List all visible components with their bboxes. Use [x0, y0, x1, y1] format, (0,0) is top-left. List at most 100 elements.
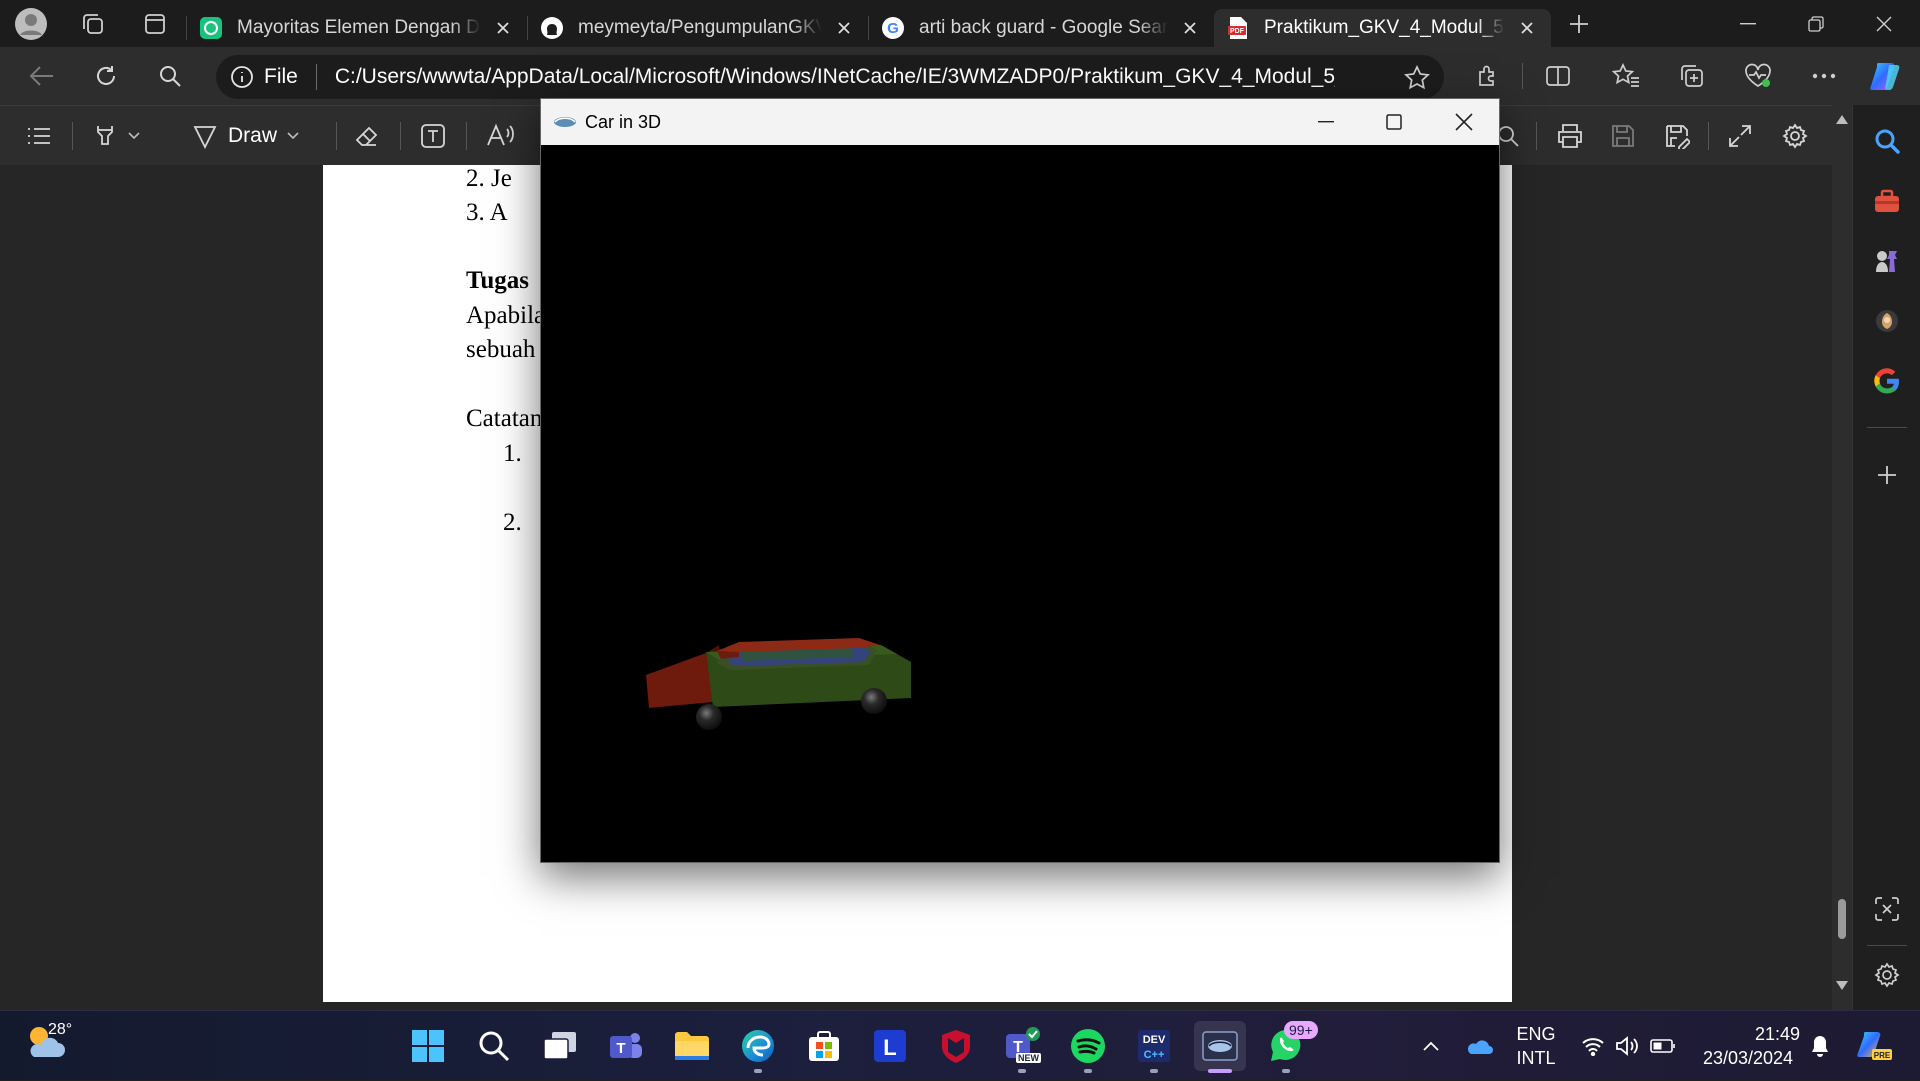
read-aloud-button[interactable]: [478, 114, 522, 158]
copilot-preview-button[interactable]: PRE: [1850, 1011, 1898, 1081]
sidebar-google-button[interactable]: [1865, 359, 1909, 403]
refresh-button[interactable]: [78, 52, 134, 100]
close-tab-icon[interactable]: [830, 14, 858, 42]
collections-icon: [1681, 65, 1703, 87]
fullscreen-button[interactable]: [1720, 114, 1760, 158]
scroll-up-icon[interactable]: [1836, 115, 1848, 124]
clock[interactable]: 21:49 23/03/2024: [1696, 1011, 1800, 1081]
opengl-canvas[interactable]: [541, 145, 1499, 862]
battery-status[interactable]: [1646, 1011, 1680, 1081]
file-explorer-button[interactable]: [666, 1021, 718, 1071]
save-button[interactable]: [1602, 114, 1644, 158]
mcafee-button[interactable]: [930, 1021, 982, 1071]
tab-github[interactable]: meymeyta/PengumpulanGKVC2: [528, 9, 868, 47]
freeglut-icon: [1202, 1031, 1238, 1061]
print-button[interactable]: [1548, 114, 1592, 158]
notifications-button[interactable]: [1804, 1011, 1836, 1081]
volume-status[interactable]: [1610, 1011, 1644, 1081]
maximize-icon: [1386, 114, 1402, 130]
collections-button[interactable]: [1670, 56, 1714, 96]
taskbar-search-button[interactable]: [468, 1021, 520, 1071]
github-icon: [540, 16, 564, 40]
restore-button[interactable]: [1782, 0, 1850, 47]
url-text[interactable]: C:/Users/wwwta/AppData/Local/Microsoft/W…: [335, 65, 1335, 89]
vertical-tabs-button[interactable]: [124, 0, 186, 47]
sidebar-tools-button[interactable]: [1865, 179, 1909, 223]
tab-google-search[interactable]: G arti back guard - Google Search: [869, 9, 1214, 47]
weather-temp: 28°: [48, 1021, 73, 1038]
back-button[interactable]: [14, 52, 70, 100]
favorite-star-icon[interactable]: [1404, 65, 1430, 91]
favorites-button[interactable]: [1604, 56, 1648, 96]
car-3d-window[interactable]: Car in 3D: [540, 98, 1500, 863]
split-screen-button[interactable]: [1536, 56, 1580, 96]
minimize-button[interactable]: [1714, 0, 1782, 47]
table-of-contents-button[interactable]: [18, 114, 60, 158]
highlight-button[interactable]: [84, 114, 148, 158]
site-info-button[interactable]: File: [230, 65, 298, 89]
tab-title: Mayoritas Elemen Dengan Divide: [237, 17, 481, 38]
read-aloud-icon: [487, 123, 514, 146]
svg-text:PRE: PRE: [1874, 1051, 1891, 1060]
app-l-button[interactable]: L: [864, 1021, 916, 1071]
show-hidden-icons-button[interactable]: [1414, 1011, 1448, 1081]
settings-more-button[interactable]: [1802, 56, 1846, 96]
sidebar-screenshot-button[interactable]: [1865, 887, 1909, 931]
sidebar-games-button[interactable]: [1865, 239, 1909, 283]
extensions-button[interactable]: [1466, 56, 1510, 96]
app-maximize-button[interactable]: [1359, 99, 1429, 145]
restore-icon: [1808, 15, 1824, 32]
onedrive-button[interactable]: [1462, 1011, 1496, 1081]
scroll-thumb[interactable]: [1838, 899, 1846, 939]
whatsapp-button[interactable]: 99+: [1260, 1021, 1318, 1073]
spotify-button[interactable]: [1062, 1021, 1114, 1073]
close-tab-icon[interactable]: [489, 14, 517, 42]
browser-essentials-button[interactable]: [1736, 56, 1780, 96]
start-button[interactable]: [402, 1021, 454, 1071]
plus-icon: [1570, 14, 1588, 33]
task-view-button[interactable]: [534, 1021, 586, 1071]
vertical-scrollbar[interactable]: [1832, 105, 1852, 1010]
edge-taskbar-button[interactable]: [732, 1021, 784, 1073]
draw-icon: [193, 126, 217, 149]
erase-button[interactable]: [346, 114, 388, 158]
save-as-button[interactable]: [1656, 114, 1698, 158]
weather-widget[interactable]: 28°: [22, 1021, 112, 1071]
car-3d-taskbar-button[interactable]: [1194, 1021, 1246, 1073]
tab-chatgpt[interactable]: Mayoritas Elemen Dengan Divide: [187, 9, 527, 47]
sidebar-office-button[interactable]: [1865, 299, 1909, 343]
close-tab-icon[interactable]: [1513, 14, 1541, 42]
tab-pdf-active[interactable]: PDF Praktikum_GKV_4_Modul_5_&_6: [1214, 9, 1551, 47]
whatsapp-badge: 99+: [1284, 1021, 1318, 1039]
workspaces-button[interactable]: [62, 0, 124, 47]
sidebar-search-button[interactable]: [1865, 119, 1909, 163]
draw-button[interactable]: Draw: [184, 114, 307, 158]
copilot-button[interactable]: [1864, 56, 1908, 96]
profile-avatar[interactable]: [0, 0, 62, 47]
teams-icon: T: [610, 1033, 642, 1058]
app-minimize-button[interactable]: [1291, 99, 1361, 145]
scroll-down-icon[interactable]: [1836, 981, 1848, 990]
close-window-button[interactable]: [1850, 0, 1918, 47]
sidebar-add-button[interactable]: [1865, 453, 1909, 497]
app-close-button[interactable]: [1429, 99, 1499, 145]
task-view-icon: [543, 1032, 576, 1060]
new-tab-button[interactable]: [1551, 0, 1607, 47]
add-text-button[interactable]: [412, 114, 454, 158]
search-button[interactable]: [142, 52, 198, 100]
close-tab-icon[interactable]: [1176, 14, 1204, 42]
teams-chat-button[interactable]: T: [600, 1021, 652, 1071]
wifi-status[interactable]: [1576, 1011, 1610, 1081]
search-icon: [160, 66, 181, 87]
pdf-settings-button[interactable]: [1774, 114, 1816, 158]
dev-cpp-button[interactable]: DEV C++: [1128, 1021, 1180, 1073]
text-box-icon: [421, 124, 445, 148]
language-indicator[interactable]: ENG INTL: [1508, 1011, 1564, 1081]
teams-new-button[interactable]: T NEW: [996, 1021, 1048, 1073]
sidebar-settings-button[interactable]: [1865, 953, 1909, 997]
print-icon: [1558, 124, 1582, 148]
ms-store-button[interactable]: [798, 1021, 850, 1071]
address-bar[interactable]: File C:/Users/wwwta/AppData/Local/Micros…: [216, 55, 1444, 99]
page-text-line: 2.: [503, 509, 522, 536]
clock-time: 21:49: [1754, 1024, 1800, 1044]
